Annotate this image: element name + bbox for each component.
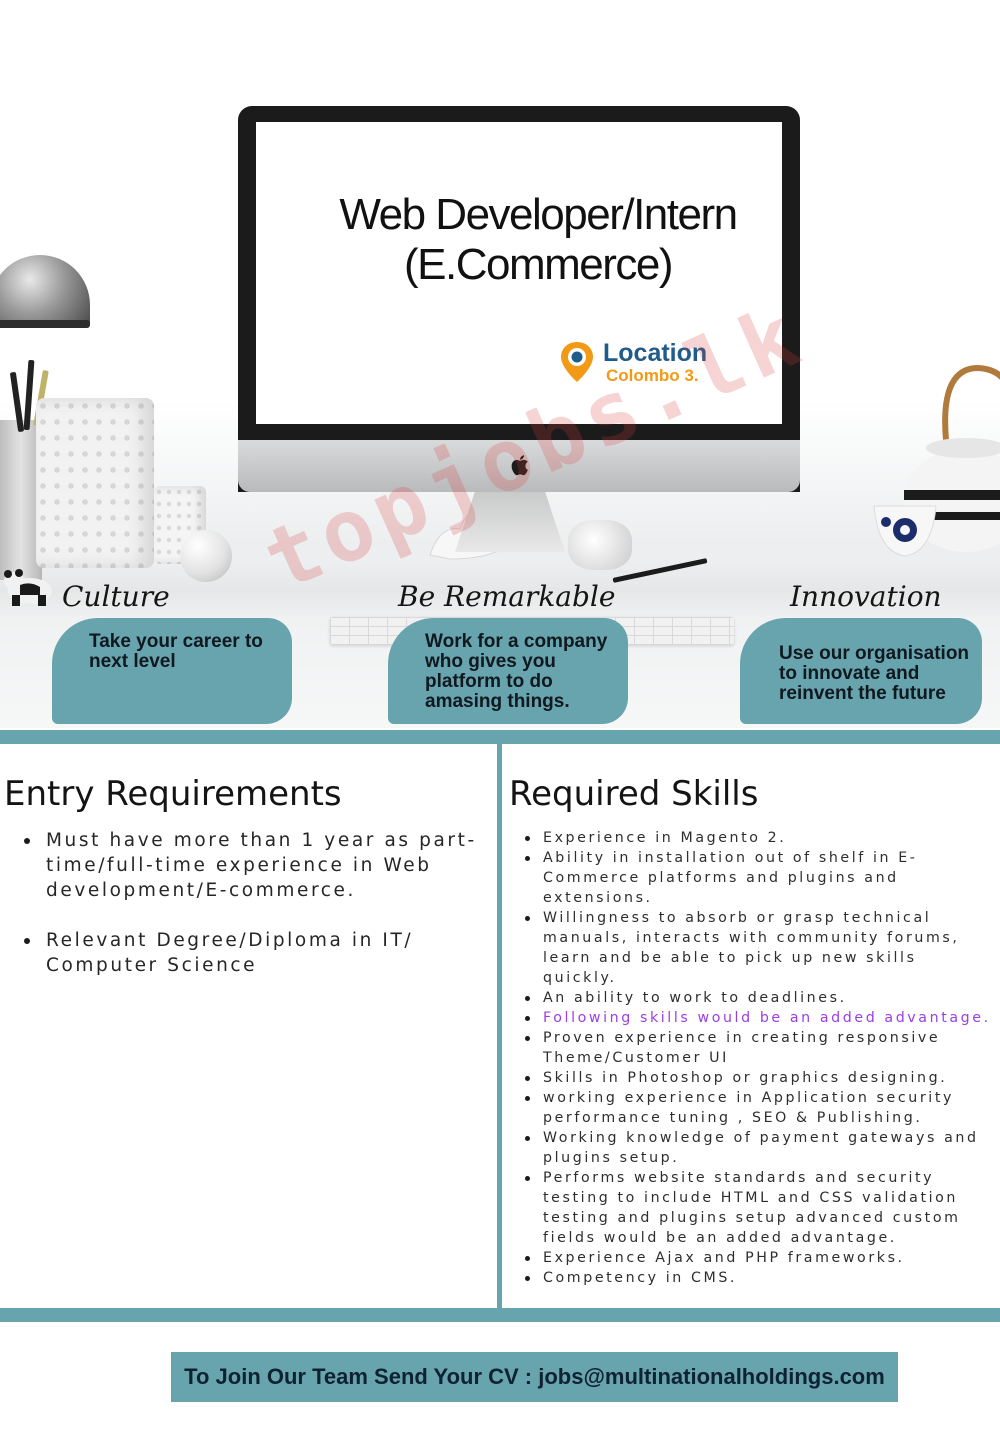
list-item: Proven experience in creating responsive… [520, 1028, 996, 1068]
list-item: Must have more than 1 year as part-time/… [20, 828, 490, 903]
column-divider [497, 744, 502, 1310]
list-item: Experience in Magento 2. [520, 828, 996, 848]
required-skills-heading: Required Skills [509, 774, 759, 814]
bottom-divider-band [0, 1308, 1000, 1322]
list-item-highlighted: Following skills would be an added advan… [520, 1008, 996, 1028]
panda-figurine [4, 569, 52, 606]
crumpled-paper [568, 520, 632, 570]
list-item: Relevant Degree/Diploma in IT/ Computer … [20, 928, 490, 978]
pillar-title-culture: Culture [62, 580, 170, 613]
pillar-text-innovation: Use our organisation to innovate and rei… [779, 643, 970, 704]
job-title-line-1: Web Developer/Intern [339, 190, 738, 239]
desk-lamp-base [0, 320, 90, 328]
pillar-title-innovation: Innovation [790, 580, 942, 613]
list-item: Performs website standards and security … [520, 1168, 996, 1248]
pillar-text-remarkable: Work for a company who gives you platfor… [425, 631, 608, 712]
perforated-vase [36, 398, 154, 568]
entry-requirements-list: Must have more than 1 year as part-time/… [20, 828, 490, 1003]
required-skills-list: Experience in Magento 2. Ability in inst… [520, 828, 996, 1288]
list-item: working experience in Application securi… [520, 1088, 996, 1128]
list-item: An ability to work to deadlines. [520, 988, 996, 1008]
glass-ball [180, 530, 232, 582]
pillar-text-culture: Take your career to next level [89, 631, 263, 672]
entry-requirements-heading: Entry Requirements [4, 774, 342, 814]
apply-cta-banner: To Join Our Team Send Your CV : jobs@mul… [171, 1352, 898, 1402]
job-title: Web Developer/Intern (E.Commerce) [258, 190, 818, 290]
floral-cup [873, 505, 937, 557]
list-item: Ability in installation out of shelf in … [520, 848, 996, 908]
list-item: Willingness to absorb or grasp technical… [520, 908, 996, 988]
top-divider-band [0, 730, 1000, 744]
list-item: Competency in CMS. [520, 1268, 996, 1288]
list-item: Experience Ajax and PHP frameworks. [520, 1248, 996, 1268]
list-item: Skills in Photoshop or graphics designin… [520, 1068, 996, 1088]
pillar-title-remarkable: Be Remarkable [398, 580, 616, 613]
list-item: Working knowledge of payment gateways an… [520, 1128, 996, 1168]
desk-lamp [0, 255, 90, 325]
hero-banner: Web Developer/Intern (E.Commerce) Locati… [0, 0, 1000, 728]
job-title-line-2: (E.Commerce) [403, 240, 674, 289]
